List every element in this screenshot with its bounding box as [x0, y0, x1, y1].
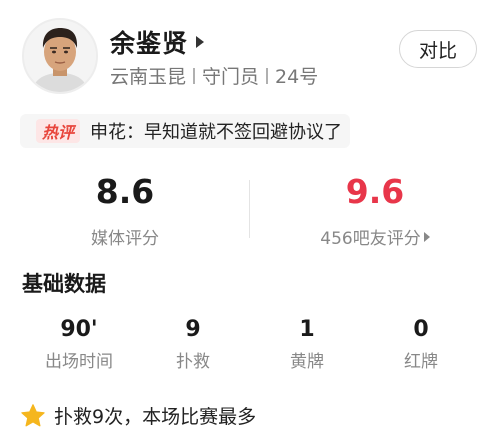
stat-yellow-cards: 1 黄牌	[247, 316, 367, 372]
stat-label: 扑救	[176, 352, 210, 372]
media-rating-label: 媒体评分	[91, 224, 159, 249]
stat-label: 红牌	[404, 352, 438, 372]
player-rating-page: 余鉴贤 云南玉昆 守门员 24号 对比 热评 申花：早知道就不签回避协议了 8.…	[0, 0, 500, 440]
stats-section-title: 基础数据	[22, 272, 106, 296]
meta-separator	[266, 67, 269, 84]
highlight-text: 扑救9次，本场比赛最多	[54, 406, 257, 428]
stat-value: 9	[185, 317, 201, 342]
hot-comment-badge: 热评	[36, 119, 81, 143]
stat-red-cards: 0 红牌	[361, 316, 481, 372]
player-meta: 云南玉昆 守门员 24号	[110, 62, 318, 89]
stat-value: 0	[413, 317, 429, 342]
player-photo	[24, 20, 96, 92]
player-avatar[interactable]	[22, 18, 98, 94]
meta-separator	[193, 67, 196, 84]
star-icon	[21, 403, 45, 426]
player-name-row[interactable]: 余鉴贤	[110, 24, 205, 60]
stat-value: 90'	[60, 317, 98, 342]
media-rating-label-text: 媒体评分	[91, 229, 159, 249]
fan-rating[interactable]: 9.6 456吧友评分	[250, 172, 500, 249]
caret-right-icon	[423, 231, 430, 242]
stat-minutes-played: 90' 出场时间	[19, 316, 139, 372]
compare-button[interactable]: 对比	[399, 30, 477, 68]
caret-right-icon	[196, 36, 205, 48]
media-rating-value: 8.6	[95, 172, 155, 211]
stat-label: 出场时间	[45, 352, 113, 372]
highlight-row: 扑救9次，本场比赛最多	[20, 402, 256, 429]
player-team: 云南玉昆	[110, 66, 187, 88]
media-rating: 8.6 媒体评分	[0, 172, 250, 249]
stat-saves: 9 扑救	[133, 316, 253, 372]
hot-comment-bar[interactable]: 热评 申花：早知道就不签回避协议了	[20, 114, 350, 148]
stats-row: 90' 出场时间 9 扑救 1 黄牌 0 红牌	[0, 316, 500, 376]
player-number: 24号	[275, 66, 319, 88]
fan-rating-label-text: 456吧友评分	[320, 229, 421, 249]
stat-value: 1	[299, 317, 315, 342]
fan-rating-link[interactable]: 456吧友评分	[320, 224, 430, 249]
hot-comment-text: 申花：早知道就不签回避协议了	[90, 122, 343, 143]
player-position: 守门员	[202, 66, 260, 88]
stat-label: 黄牌	[290, 352, 324, 372]
fan-rating-value: 9.6	[345, 172, 405, 211]
player-name[interactable]: 余鉴贤	[110, 24, 188, 60]
